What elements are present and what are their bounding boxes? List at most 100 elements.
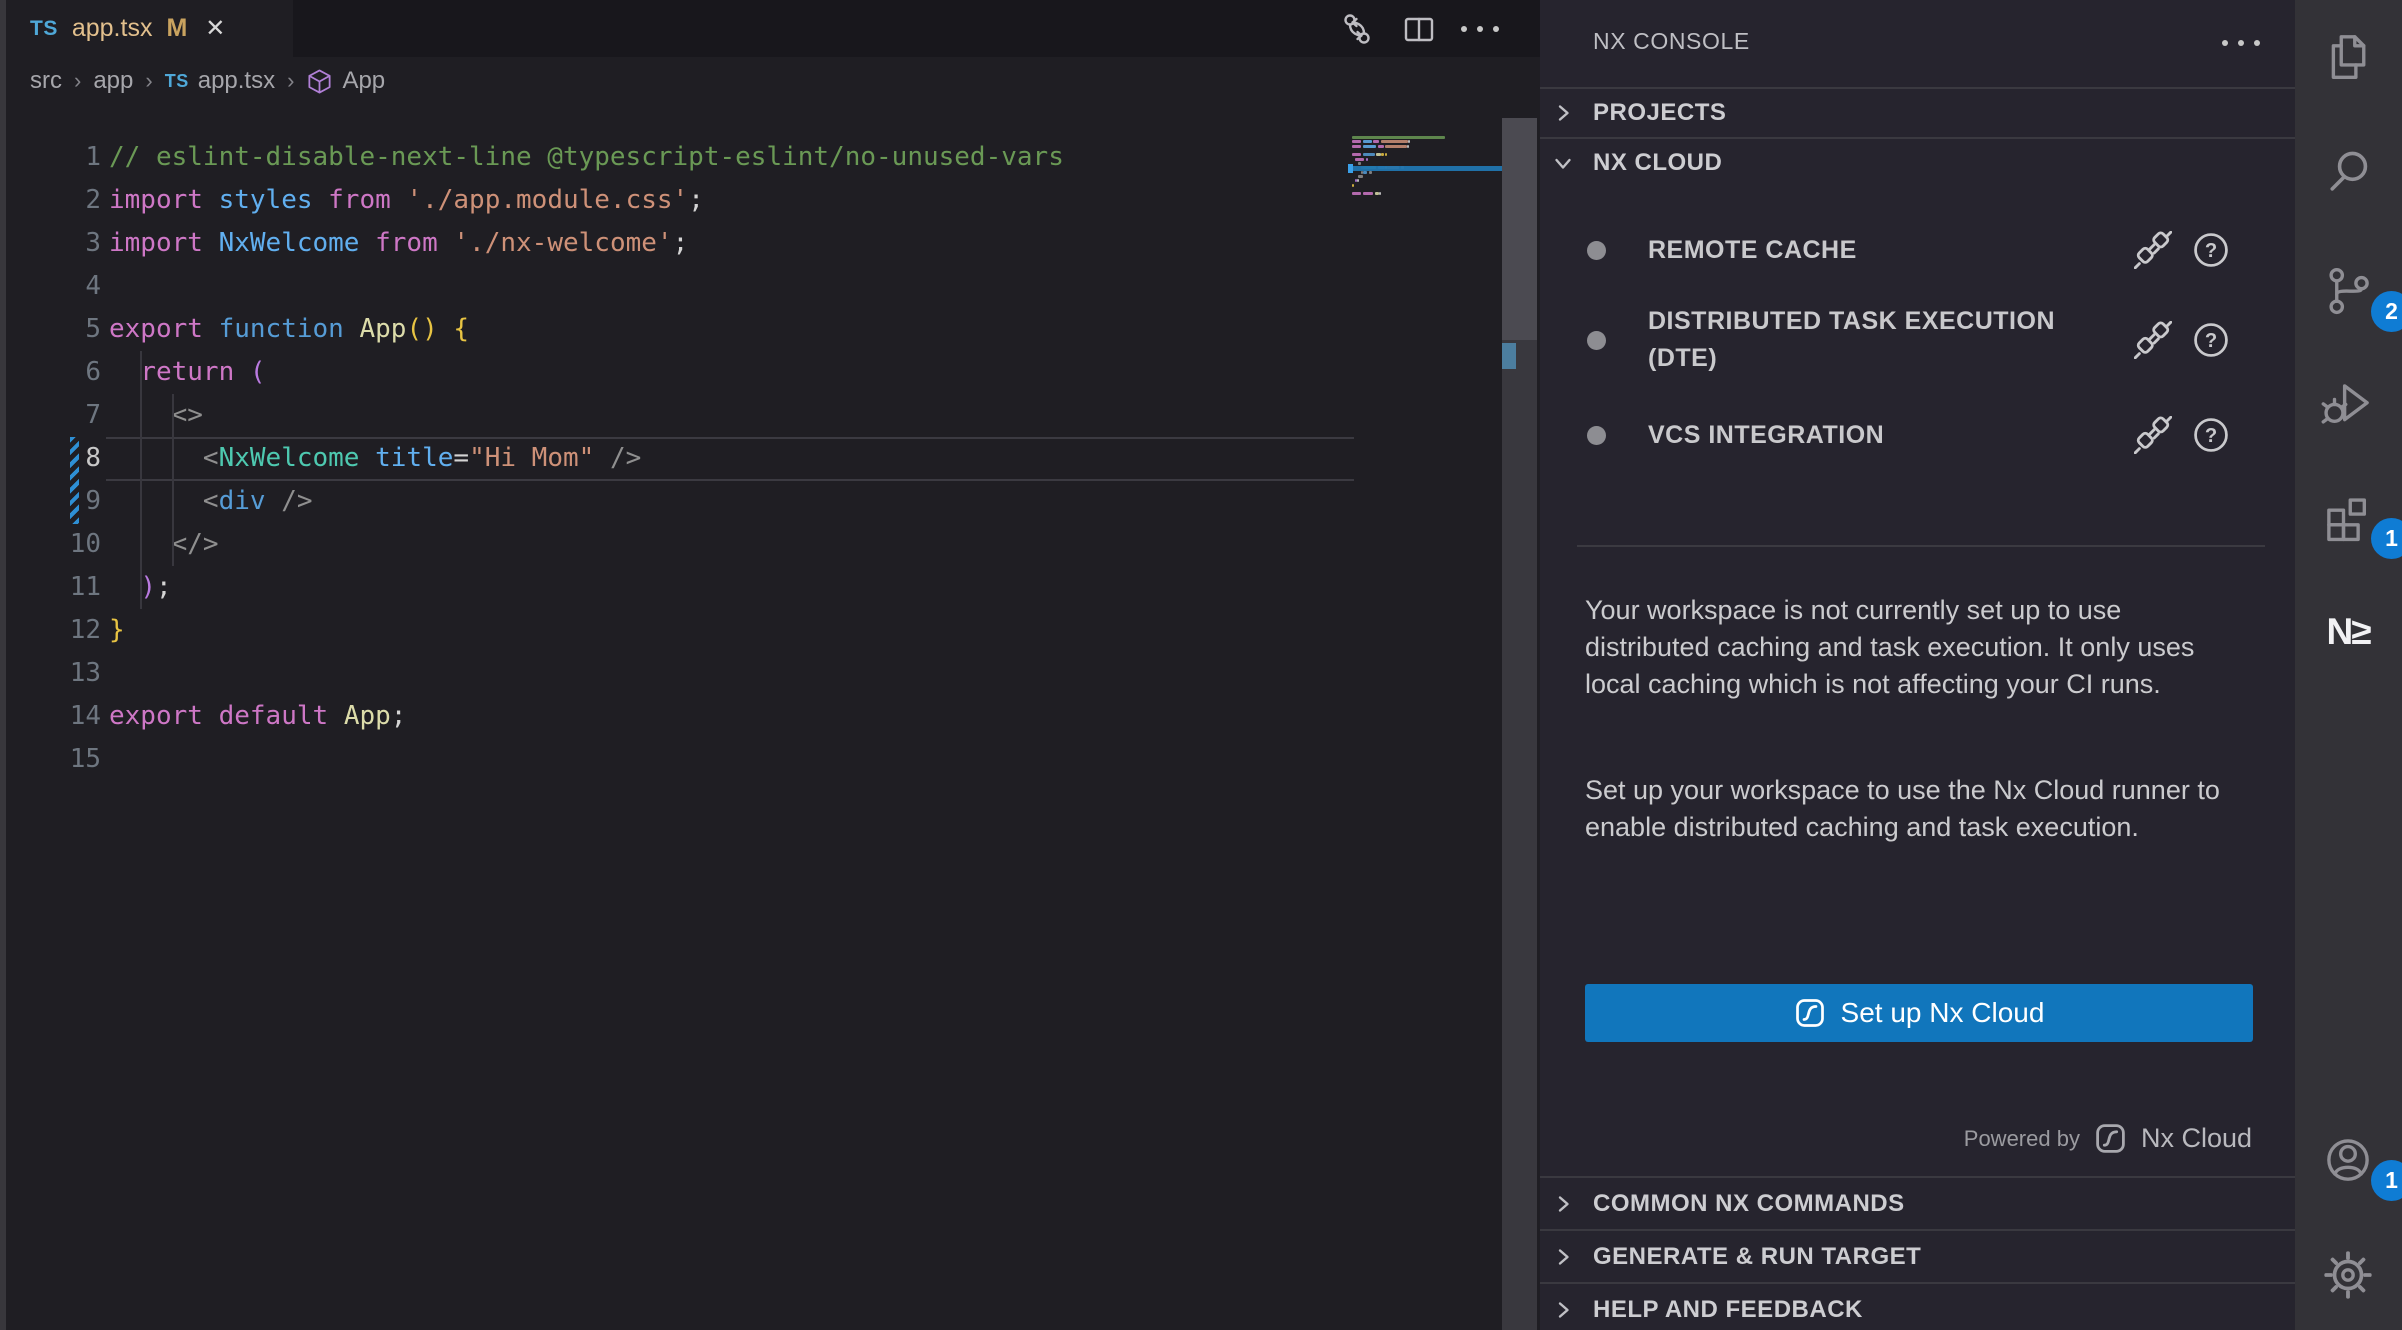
breadcrumb-item-app[interactable]: app — [93, 67, 133, 95]
feature-vcs-integration: VCS INTEGRATION? — [1540, 385, 2295, 485]
code-token — [203, 228, 219, 258]
close-icon[interactable]: ✕ — [205, 14, 225, 43]
current-line-border-bottom — [106, 479, 1354, 481]
workspace-status-text: Your workspace is not currently set up t… — [1585, 592, 2245, 703]
activity-item-explorer[interactable] — [2321, 30, 2375, 84]
code-token: () — [406, 314, 437, 344]
open-changes-icon[interactable] — [1339, 11, 1375, 47]
divider — [1577, 545, 2265, 547]
connect-icon[interactable] — [2134, 321, 2172, 359]
code-token: './nx-welcome' — [453, 228, 672, 258]
code-token: from — [375, 228, 438, 258]
activity-item-extensions[interactable]: 1 — [2321, 491, 2375, 545]
help-icon[interactable]: ? — [2192, 321, 2230, 359]
connect-icon[interactable] — [2134, 231, 2172, 269]
section-generate-run-target[interactable]: GENERATE & RUN TARGET — [1540, 1229, 2295, 1282]
minimap-line — [1355, 158, 1364, 161]
connect-icon[interactable] — [2134, 416, 2172, 454]
code-token: ( — [250, 357, 266, 387]
code-token — [203, 314, 219, 344]
minimap-line — [1352, 145, 1361, 148]
activity-item-run-and-debug[interactable] — [2321, 378, 2375, 432]
code-token: } — [109, 615, 125, 645]
nx-console-panel: NX CONSOLE PROJECTS NX CLOUD REMOTE CACH… — [1540, 0, 2295, 1330]
breadcrumb-item-app[interactable]: App — [306, 67, 385, 95]
minimap[interactable] — [1348, 136, 1502, 256]
typescript-file-icon: TS — [30, 17, 58, 41]
chevron-right-icon — [1550, 1191, 1576, 1217]
split-editor-icon[interactable] — [1401, 11, 1437, 47]
code-token: ; — [156, 572, 172, 602]
panel-more-actions-icon[interactable] — [2222, 40, 2260, 46]
code-token — [328, 701, 344, 731]
minimap-current-line — [1348, 166, 1502, 171]
ellipsis-icon — [1461, 26, 1499, 32]
status-dot-icon — [1587, 426, 1606, 445]
scrollbar-thumb[interactable] — [1502, 118, 1537, 340]
code-token — [109, 572, 140, 602]
code-token: // eslint-disable-next-line @typescript-… — [109, 142, 1064, 172]
svg-text:?: ? — [2205, 425, 2217, 447]
current-line-border-top — [106, 437, 1354, 439]
tab-label: app.tsx — [72, 14, 153, 43]
section-common-nx-commands[interactable]: COMMON NX COMMANDS — [1540, 1176, 2295, 1229]
code-token — [359, 443, 375, 473]
code-token: < — [203, 443, 219, 473]
code-line: </> — [109, 523, 219, 566]
chevron-right-icon — [1550, 1244, 1576, 1270]
code-line: // eslint-disable-next-line @typescript-… — [109, 136, 1064, 179]
svg-text:?: ? — [2205, 330, 2217, 352]
help-icon[interactable]: ? — [2192, 231, 2230, 269]
code-token — [109, 443, 203, 473]
breadcrumb-item-app-tsx[interactable]: TSapp.tsx — [165, 67, 275, 95]
overview-ruler-modified-marker — [1502, 343, 1516, 369]
line-number: 3 — [6, 222, 101, 265]
code-token: default — [219, 701, 329, 731]
breadcrumb-label: src — [30, 67, 62, 95]
activity-item-source-control[interactable]: 2 — [2321, 264, 2375, 318]
activity-item-settings[interactable] — [2321, 1248, 2375, 1302]
help-icon[interactable]: ? — [2192, 416, 2230, 454]
minimap-line — [1379, 192, 1381, 195]
breadcrumb-separator: › — [145, 68, 152, 94]
code-token — [234, 357, 250, 387]
minimap-line — [1378, 145, 1384, 148]
breadcrumb-label: app — [93, 67, 133, 95]
line-number: 14 — [6, 695, 101, 738]
feature-label: REMOTE CACHE — [1648, 232, 2068, 269]
activity-item-search[interactable] — [2321, 145, 2375, 199]
line-number: 11 — [6, 566, 101, 609]
code-token: return — [140, 357, 234, 387]
tab-app-tsx[interactable]: TS app.tsx M ✕ — [6, 0, 293, 57]
code-line: import styles from './app.module.css'; — [109, 179, 704, 222]
more-actions-icon[interactable] — [1462, 11, 1498, 47]
typescript-file-icon: TS — [165, 71, 189, 92]
minimap-line — [1363, 153, 1375, 156]
code-token: title — [375, 443, 453, 473]
code-token: ; — [673, 228, 689, 258]
line-number: 2 — [6, 179, 101, 222]
code-line: import NxWelcome from './nx-welcome'; — [109, 222, 688, 265]
code-token — [359, 228, 375, 258]
indent-guide — [140, 351, 142, 609]
minimap-line — [1352, 136, 1445, 139]
code-token: import — [109, 228, 203, 258]
section-nx-cloud[interactable]: NX CLOUD — [1540, 137, 2295, 187]
code-token: ; — [391, 701, 407, 731]
setup-nx-cloud-button[interactable]: Set up Nx Cloud — [1585, 984, 2253, 1042]
code-token: from — [328, 185, 391, 215]
breadcrumb-item-src[interactable]: src — [30, 67, 62, 95]
activity-item-nx-console[interactable]: N≥ — [2310, 605, 2386, 659]
powered-by-label: Powered by — [1964, 1126, 2080, 1152]
activity-item-accounts[interactable]: 1 — [2321, 1133, 2375, 1187]
section-projects[interactable]: PROJECTS — [1540, 87, 2295, 137]
code-token — [109, 357, 140, 387]
code-line: } — [109, 609, 125, 652]
code-token — [438, 228, 454, 258]
section-help-and-feedback[interactable]: HELP AND FEEDBACK — [1540, 1282, 2295, 1330]
line-number: 12 — [6, 609, 101, 652]
powered-by-nx-cloud[interactable]: Powered by Nx Cloud — [1964, 1122, 2252, 1155]
minimap-line — [1408, 140, 1410, 143]
button-label: Set up Nx Cloud — [1841, 997, 2045, 1029]
badge: 1 — [2371, 1160, 2402, 1201]
